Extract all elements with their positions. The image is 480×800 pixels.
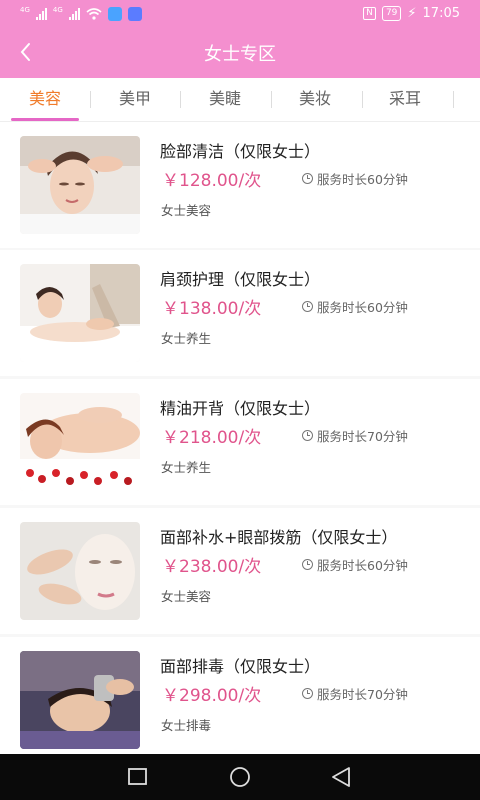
service-item[interactable]: 脸部清洁（仅限女士） ￥128.00/次 服务时长60分钟 女士美容 bbox=[0, 122, 480, 248]
back-nav-button[interactable] bbox=[322, 762, 362, 792]
service-name: 脸部清洁（仅限女士） bbox=[160, 142, 321, 161]
tab-meirong[interactable]: 美容 bbox=[0, 78, 90, 121]
network-type-label-2: 4G bbox=[52, 6, 63, 14]
service-duration: 服务时长60分钟 bbox=[302, 297, 408, 316]
service-category: 女士美容 bbox=[161, 203, 212, 218]
service-list: 脸部清洁（仅限女士） ￥128.00/次 服务时长60分钟 女士美容 肩颈护理（… bbox=[0, 122, 480, 754]
service-category: 女士养生 bbox=[161, 460, 212, 475]
tab-divider bbox=[90, 91, 91, 108]
tab-caier[interactable]: 采耳 bbox=[360, 78, 450, 121]
tab-meijia[interactable]: 美甲 bbox=[90, 78, 180, 121]
clock-time: 17:05 bbox=[422, 6, 460, 21]
service-duration-text: 服务时长60分钟 bbox=[317, 558, 408, 573]
app-top-area: 4G 4G N 79 ⚡ 17:05 女士专区 bbox=[0, 0, 480, 78]
service-category: 女士养生 bbox=[161, 331, 212, 346]
tab-divider bbox=[453, 91, 454, 108]
service-price: ￥128.00/次 bbox=[162, 171, 262, 191]
nfc-icon: N bbox=[362, 7, 376, 20]
service-thumbnail bbox=[20, 651, 140, 749]
service-name: 肩颈护理（仅限女士） bbox=[160, 270, 321, 289]
service-category: 女士美容 bbox=[161, 589, 212, 604]
clock-icon bbox=[302, 173, 313, 184]
service-thumbnail bbox=[20, 264, 140, 362]
signal-icon bbox=[35, 8, 47, 20]
service-duration-text: 服务时长60分钟 bbox=[317, 172, 408, 187]
tab-divider bbox=[180, 91, 181, 108]
service-duration: 服务时长70分钟 bbox=[302, 684, 408, 703]
service-category: 女士排毒 bbox=[161, 718, 212, 733]
system-navigation-bar bbox=[0, 754, 480, 800]
service-duration-text: 服务时长60分钟 bbox=[317, 300, 408, 315]
search-app-icon bbox=[107, 7, 122, 21]
service-duration: 服务时长70分钟 bbox=[302, 426, 408, 445]
circle-icon bbox=[230, 767, 250, 787]
network-type-label: 4G bbox=[20, 6, 30, 14]
clock-icon bbox=[302, 559, 313, 570]
tab-divider bbox=[362, 91, 363, 108]
square-icon bbox=[128, 768, 147, 785]
service-name: 面部排毒（仅限女士） bbox=[160, 657, 321, 676]
service-item[interactable]: 精油开背（仅限女士） ￥218.00/次 服务时长70分钟 女士养生 bbox=[0, 379, 480, 505]
service-price: ￥138.00/次 bbox=[162, 299, 262, 319]
cloud-app-icon bbox=[127, 7, 142, 21]
signal-icon-2 bbox=[68, 8, 80, 20]
battery-icon: 79 bbox=[381, 6, 402, 21]
service-name: 面部补水+眼部拨筋（仅限女士） bbox=[160, 528, 398, 547]
recent-apps-button[interactable] bbox=[118, 762, 158, 792]
app-header: 女士专区 bbox=[0, 30, 480, 76]
wifi-icon bbox=[86, 8, 102, 20]
charging-icon: ⚡ bbox=[407, 6, 417, 21]
clock-icon bbox=[302, 430, 313, 441]
tab-divider bbox=[271, 91, 272, 108]
page-title: 女士专区 bbox=[204, 44, 276, 65]
service-item[interactable]: 面部补水+眼部拨筋（仅限女士） ￥238.00/次 服务时长60分钟 女士美容 bbox=[0, 508, 480, 634]
service-price: ￥218.00/次 bbox=[162, 428, 262, 448]
category-tabs: 美容 美甲 美睫 美妆 采耳 bbox=[0, 78, 480, 122]
triangle-back-icon bbox=[332, 767, 350, 787]
service-item[interactable]: 面部排毒（仅限女士） ￥298.00/次 服务时长70分钟 女士排毒 bbox=[0, 637, 480, 754]
service-item[interactable]: 肩颈护理（仅限女士） ￥138.00/次 服务时长60分钟 女士养生 bbox=[0, 250, 480, 376]
service-price: ￥298.00/次 bbox=[162, 686, 262, 706]
tab-meizhuang[interactable]: 美妆 bbox=[270, 78, 360, 121]
service-duration: 服务时长60分钟 bbox=[302, 169, 408, 188]
home-button[interactable] bbox=[220, 762, 260, 792]
service-price: ￥238.00/次 bbox=[162, 557, 262, 577]
service-duration-text: 服务时长70分钟 bbox=[317, 687, 408, 702]
service-thumbnail bbox=[20, 522, 140, 620]
clock-icon bbox=[302, 688, 313, 699]
clock-icon bbox=[302, 301, 313, 312]
service-name: 精油开背（仅限女士） bbox=[160, 399, 321, 418]
service-duration: 服务时长60分钟 bbox=[302, 555, 408, 574]
status-bar: 4G 4G N 79 ⚡ 17:05 bbox=[0, 0, 480, 30]
tab-meijie[interactable]: 美睫 bbox=[180, 78, 270, 121]
service-duration-text: 服务时长70分钟 bbox=[317, 429, 408, 444]
service-thumbnail bbox=[20, 393, 140, 491]
service-thumbnail bbox=[20, 136, 140, 234]
